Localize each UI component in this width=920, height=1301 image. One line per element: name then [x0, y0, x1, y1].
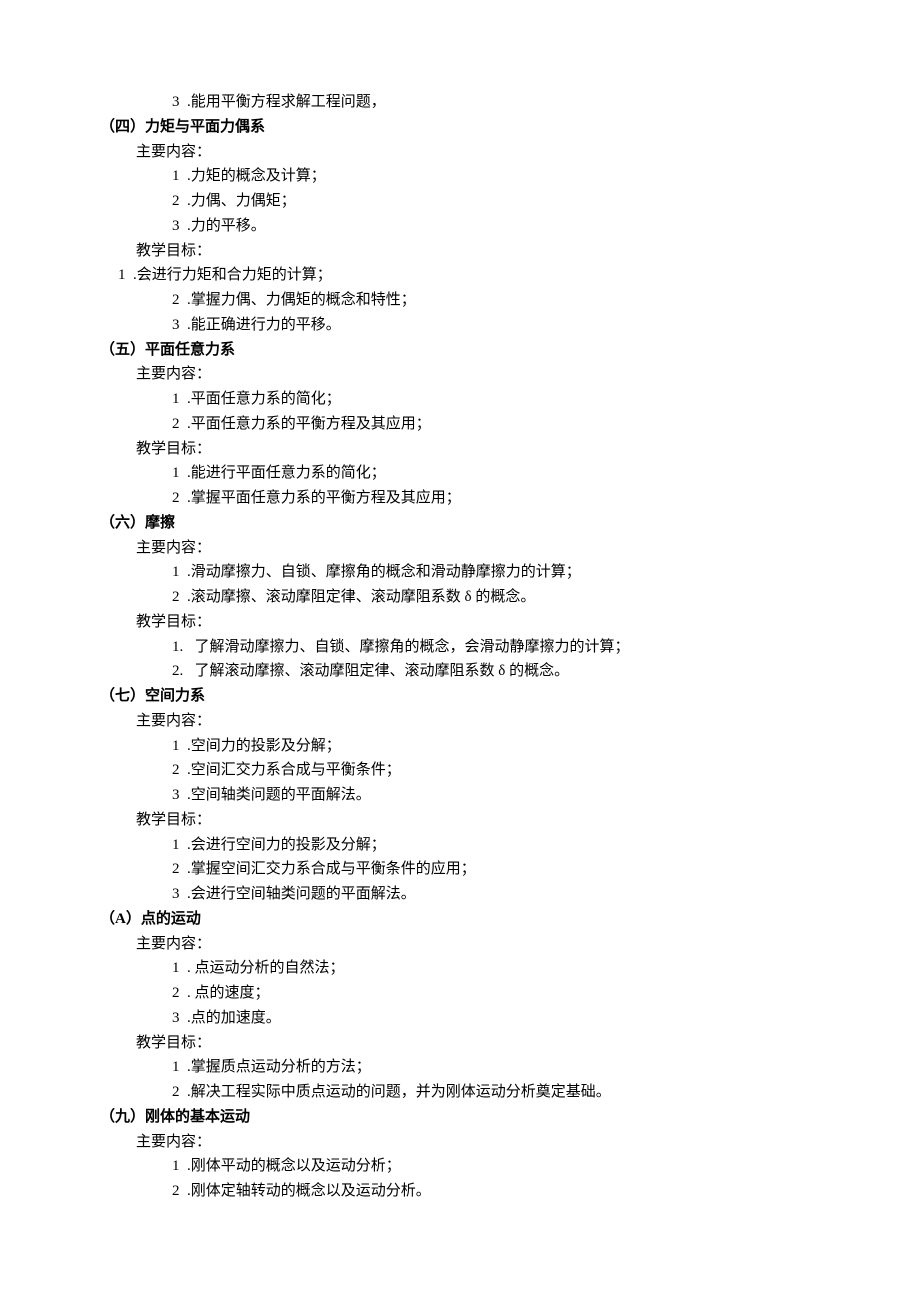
text-line: 2 .空间汇交力系合成与平衡条件； — [100, 758, 820, 783]
text-line: 教学目标： — [100, 1031, 820, 1056]
text-line: 3 .会进行空间轴类问题的平面解法。 — [100, 882, 820, 907]
text-line: 2 .滚动摩擦、滚动摩阻定律、滚动摩阻系数 δ 的概念。 — [100, 585, 820, 610]
document-page: 3 .能用平衡方程求解工程问题，（四）力矩与平面力偶系主要内容：1 .力矩的概念… — [0, 0, 920, 1301]
text-line: 2 .刚体定轴转动的概念以及运动分析。 — [100, 1179, 820, 1204]
text-line: 3 .力的平移。 — [100, 214, 820, 239]
text-line: 3 .空间轴类问题的平面解法。 — [100, 783, 820, 808]
section-heading: （六）摩擦 — [100, 511, 820, 536]
text-line: 主要内容： — [100, 709, 820, 734]
text-line: 3 .能正确进行力的平移。 — [100, 313, 820, 338]
text-line: 1 .平面任意力系的简化； — [100, 387, 820, 412]
section-heading: （七）空间力系 — [100, 684, 820, 709]
text-line: 1 .会进行力矩和合力矩的计算； — [100, 263, 820, 288]
text-line: 主要内容： — [100, 140, 820, 165]
text-line: 1. 了解滑动摩擦力、自锁、摩擦角的概念，会滑动静摩擦力的计算； — [100, 635, 820, 660]
text-line: 3 .能用平衡方程求解工程问题， — [100, 90, 820, 115]
text-line: 教学目标： — [100, 610, 820, 635]
text-line: 教学目标： — [100, 808, 820, 833]
text-line: 1 .空间力的投影及分解； — [100, 734, 820, 759]
text-line: 1 .会进行空间力的投影及分解； — [100, 833, 820, 858]
text-line: 1 .刚体平动的概念以及运动分析； — [100, 1154, 820, 1179]
text-line: 1 .掌握质点运动分析的方法； — [100, 1055, 820, 1080]
text-line: 2 . 点的速度； — [100, 981, 820, 1006]
text-line: 2 .掌握力偶、力偶矩的概念和特性； — [100, 288, 820, 313]
section-heading: （九）刚体的基本运动 — [100, 1105, 820, 1130]
section-heading: （四）力矩与平面力偶系 — [100, 115, 820, 140]
text-line: 3 .点的加速度。 — [100, 1006, 820, 1031]
text-line: 2 .解决工程实际中质点运动的问题，并为刚体运动分析奠定基础。 — [100, 1080, 820, 1105]
section-heading: （五）平面任意力系 — [100, 338, 820, 363]
text-line: 教学目标： — [100, 437, 820, 462]
text-line: 2 .掌握空间汇交力系合成与平衡条件的应用； — [100, 857, 820, 882]
text-line: 1 .力矩的概念及计算； — [100, 164, 820, 189]
text-line: 主要内容： — [100, 536, 820, 561]
text-line: 主要内容： — [100, 362, 820, 387]
text-line: 主要内容： — [100, 1130, 820, 1155]
text-line: 1 .滑动摩擦力、自锁、摩擦角的概念和滑动静摩擦力的计算； — [100, 560, 820, 585]
text-line: 教学目标： — [100, 239, 820, 264]
text-line: 1 .能进行平面任意力系的简化； — [100, 461, 820, 486]
text-line: 2 .掌握平面任意力系的平衡方程及其应用； — [100, 486, 820, 511]
text-line: 2. 了解滚动摩擦、滚动摩阻定律、滚动摩阻系数 δ 的概念。 — [100, 659, 820, 684]
text-line: 主要内容： — [100, 932, 820, 957]
text-line: 1 . 点运动分析的自然法； — [100, 956, 820, 981]
text-line: 2 .平面任意力系的平衡方程及其应用； — [100, 412, 820, 437]
section-heading: （A）点的运动 — [100, 907, 820, 932]
text-line: 2 .力偶、力偶矩； — [100, 189, 820, 214]
